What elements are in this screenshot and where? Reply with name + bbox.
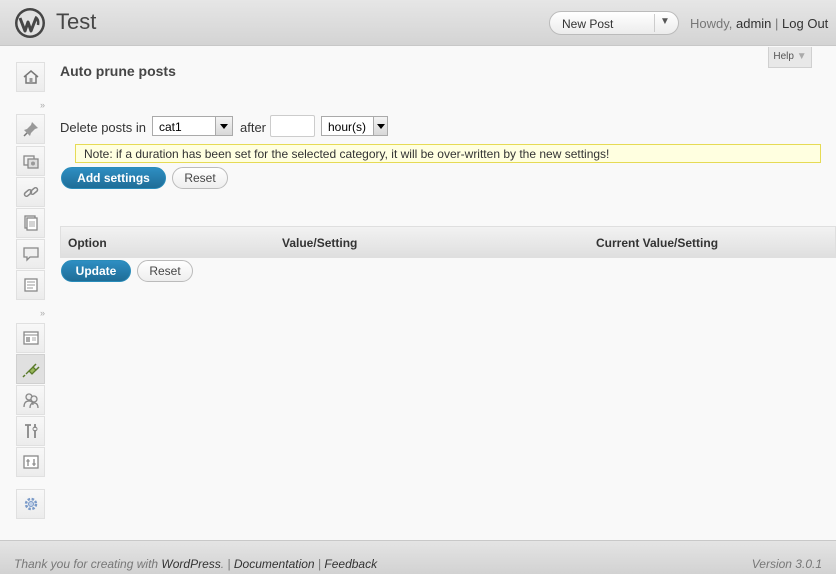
links-icon: [23, 186, 38, 198]
separator-text: |: [771, 16, 783, 31]
menu-tools[interactable]: [16, 416, 45, 446]
menu-media[interactable]: [16, 146, 45, 176]
after-label: after: [240, 120, 267, 135]
category-select[interactable]: cat1: [152, 116, 233, 136]
appearance-icon: [22, 331, 39, 345]
time-unit-select[interactable]: hour(s): [321, 116, 388, 136]
user-info: Howdy, admin | Log Out: [690, 16, 828, 31]
feedback-link[interactable]: Feedback: [324, 557, 377, 571]
dropdown-divider: [654, 14, 655, 32]
menu-plugins[interactable]: [16, 354, 45, 384]
reset-button[interactable]: Reset: [172, 167, 228, 189]
menu-collapse-arrow[interactable]: »: [16, 100, 45, 110]
site-title[interactable]: Test: [56, 9, 96, 35]
options-table-header: Option Value/Setting Current Value/Setti…: [60, 226, 836, 258]
text-icon: [23, 278, 38, 292]
footer-thank-you: Thank you for creating with: [14, 557, 162, 571]
menu-settings[interactable]: [16, 447, 45, 477]
select-arrow-icon[interactable]: [373, 117, 387, 135]
help-label: Help: [773, 51, 794, 62]
reset-button-2[interactable]: Reset: [137, 260, 193, 282]
menu-comments[interactable]: [16, 239, 45, 269]
plugins-icon: [21, 363, 40, 378]
footer-separator-2: |: [314, 557, 325, 571]
wordpress-logo-icon[interactable]: [14, 7, 46, 39]
favorite-actions-dropdown[interactable]: New Post ▼: [549, 11, 679, 35]
pages-icon: [23, 215, 38, 231]
admin-header: Test New Post ▼ Howdy, admin | Log Out: [0, 0, 836, 46]
logout-link[interactable]: Log Out: [782, 16, 828, 31]
delete-posts-label: Delete posts in: [60, 120, 146, 135]
dashboard-icon: [23, 70, 38, 84]
new-post-link[interactable]: New Post: [562, 17, 613, 31]
documentation-link[interactable]: Documentation: [234, 557, 315, 571]
help-tab[interactable]: Help ▼: [768, 47, 812, 68]
column-header-current-value: Current Value/Setting: [596, 236, 719, 250]
menu-text[interactable]: [16, 270, 45, 300]
wordpress-link[interactable]: WordPress: [161, 557, 220, 571]
override-note: Note: if a duration has been set for the…: [75, 144, 821, 163]
menu-links[interactable]: [16, 177, 45, 207]
menu-posts[interactable]: [16, 114, 45, 144]
add-settings-button[interactable]: Add settings: [61, 167, 166, 189]
howdy-text: Howdy,: [690, 16, 736, 31]
menu-appearance[interactable]: [16, 323, 45, 353]
footer-separator-1: . |: [220, 557, 234, 571]
duration-input[interactable]: [270, 115, 315, 137]
tools-icon: [24, 424, 37, 438]
profile-link[interactable]: admin: [736, 16, 771, 31]
category-select-value: cat1: [159, 120, 182, 134]
chevron-down-icon: ▼: [796, 51, 807, 62]
media-icon: [22, 155, 39, 169]
menu-pages[interactable]: [16, 208, 45, 238]
page-title: Auto prune posts: [60, 63, 176, 79]
version-text: Version 3.0.1: [751, 557, 822, 571]
chevron-down-icon[interactable]: ▼: [660, 16, 670, 27]
select-arrow-icon[interactable]: [215, 117, 232, 135]
posts-icon: [22, 122, 38, 137]
menu-collapse-arrow-2[interactable]: »: [16, 308, 45, 318]
gear-icon: [24, 497, 37, 511]
comments-icon: [22, 247, 39, 262]
time-unit-select-value: hour(s): [328, 120, 367, 134]
footer-credits: Thank you for creating with WordPress. |…: [14, 557, 377, 571]
admin-menu: » »: [0, 46, 60, 536]
update-button[interactable]: Update: [61, 260, 131, 282]
admin-footer: Thank you for creating with WordPress. |…: [0, 540, 836, 574]
menu-dashboard[interactable]: [16, 62, 45, 92]
menu-users[interactable]: [16, 385, 45, 415]
settings-icon: [22, 455, 39, 469]
menu-custom[interactable]: [16, 489, 45, 519]
column-header-option: Option: [68, 236, 107, 250]
users-icon: [22, 393, 39, 409]
column-header-value: Value/Setting: [282, 236, 358, 250]
